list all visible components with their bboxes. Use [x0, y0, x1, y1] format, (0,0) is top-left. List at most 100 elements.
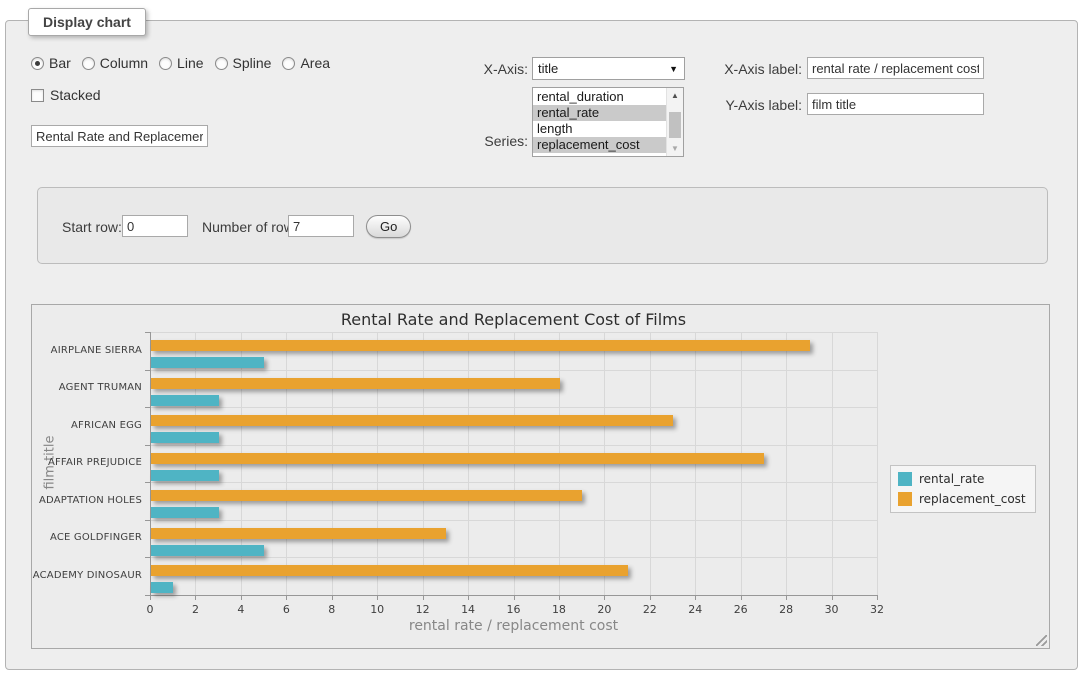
y-axis-tick: [145, 595, 150, 596]
stacked-label: Stacked: [50, 87, 101, 103]
category-label: ADAPTATION HOLES: [32, 495, 142, 506]
legend-item-rental_rate[interactable]: rental_rate: [898, 472, 1026, 486]
x-axis-tick-label: 26: [726, 603, 756, 616]
x-axis-tick-label: 4: [226, 603, 256, 616]
series-option-replacement_cost[interactable]: replacement_cost: [533, 137, 666, 153]
radio-area-label: Area: [300, 55, 330, 71]
radio-line-label: Line: [177, 55, 203, 71]
y-axis-tick: [145, 482, 150, 483]
y-axis-tick: [145, 370, 150, 371]
category-label: ACE GOLDFINGER: [32, 532, 142, 543]
x-axis-tick-label: 30: [817, 603, 847, 616]
bar-rental_rate: [151, 395, 219, 406]
bar-replacement_cost: [151, 565, 628, 576]
radio-bar-icon[interactable]: [31, 57, 44, 70]
radio-spline-label: Spline: [233, 55, 272, 71]
scrollbar-thumb[interactable]: [669, 112, 681, 138]
bar-replacement_cost: [151, 528, 446, 539]
x-axis-select[interactable]: title ▼: [532, 57, 685, 80]
y-axis-tick: [145, 445, 150, 446]
bar-replacement_cost: [151, 340, 810, 351]
bar-rental_rate: [151, 432, 219, 443]
radio-column-icon[interactable]: [82, 57, 95, 70]
legend-label: rental_rate: [919, 472, 984, 486]
x-axis-label-input[interactable]: [807, 57, 984, 79]
category-label: AGENT TRUMAN: [32, 382, 142, 393]
radio-column[interactable]: Column: [82, 55, 148, 71]
radio-bar-label: Bar: [49, 55, 71, 71]
legend-item-replacement_cost[interactable]: replacement_cost: [898, 492, 1026, 506]
y-axis-tick: [145, 407, 150, 408]
chart-type-radio-group: Bar Column Line Spline Area: [31, 55, 330, 71]
start-row-input[interactable]: [122, 215, 188, 237]
x-axis-tick-label: 32: [862, 603, 892, 616]
legend-swatch-icon: [898, 472, 912, 486]
x-axis-tick-label: 2: [180, 603, 210, 616]
series-listbox[interactable]: rental_durationrental_ratelengthreplacem…: [532, 87, 684, 157]
bar-rental_rate: [151, 582, 173, 593]
bar-replacement_cost: [151, 453, 764, 464]
radio-spline[interactable]: Spline: [215, 55, 272, 71]
resize-handle-icon[interactable]: [1036, 635, 1047, 646]
x-axis-tick-label: 24: [680, 603, 710, 616]
radio-area-icon[interactable]: [282, 57, 295, 70]
chart-title: Rental Rate and Replacement Cost of Film…: [150, 310, 877, 329]
go-button[interactable]: Go: [366, 215, 411, 238]
x-axis-tick-label: 16: [499, 603, 529, 616]
radio-area[interactable]: Area: [282, 55, 330, 71]
scroll-down-icon[interactable]: ▼: [667, 141, 683, 156]
x-axis-tick-label: 22: [635, 603, 665, 616]
x-axis-label-label: X-Axis label:: [706, 61, 802, 77]
x-axis-tick-label: 0: [135, 603, 165, 616]
y-axis-label-input[interactable]: [807, 93, 984, 115]
panel-title: Display chart: [28, 8, 146, 36]
category-label: AIRPLANE SIERRA: [32, 345, 142, 356]
category-label: AFRICAN EGG: [32, 420, 142, 431]
x-axis-tick: [877, 595, 878, 600]
bar-replacement_cost: [151, 490, 582, 501]
chart-title-input[interactable]: [31, 125, 208, 147]
x-axis-select-label: X-Axis:: [446, 61, 528, 77]
category-label: ACADEMY DINOSAUR: [32, 570, 142, 581]
x-axis-tick-label: 28: [771, 603, 801, 616]
display-chart-panel: Display chart Bar Column Line Spline Are…: [5, 20, 1078, 670]
y-axis-label-label: Y-Axis label:: [706, 97, 802, 113]
radio-line-icon[interactable]: [159, 57, 172, 70]
x-axis-tick-label: 10: [362, 603, 392, 616]
bar-rental_rate: [151, 507, 219, 518]
gridline-vertical: [832, 332, 833, 595]
series-option-length[interactable]: length: [533, 121, 666, 137]
number-of-rows-input[interactable]: [288, 215, 354, 237]
x-axis-tick-label: 12: [408, 603, 438, 616]
x-axis-tick-label: 8: [317, 603, 347, 616]
chart-legend: rental_rate replacement_cost: [890, 465, 1036, 513]
x-axis-selected-value: title: [538, 61, 558, 76]
rows-form-panel: Start row: Number of rows: Go: [37, 187, 1048, 264]
chart-area: Rental Rate and Replacement Cost of Film…: [31, 304, 1050, 649]
category-label: AFFAIR PREJUDICE: [32, 457, 142, 468]
legend-label: replacement_cost: [919, 492, 1026, 506]
radio-spline-icon[interactable]: [215, 57, 228, 70]
series-option-rental_rate[interactable]: rental_rate: [533, 105, 666, 121]
radio-column-label: Column: [100, 55, 148, 71]
series-scrollbar[interactable]: ▲ ▼: [666, 88, 683, 156]
bar-rental_rate: [151, 357, 264, 368]
series-select-label: Series:: [446, 133, 528, 149]
stacked-checkbox-row[interactable]: Stacked: [31, 87, 101, 103]
bar-rental_rate: [151, 545, 264, 556]
stacked-checkbox[interactable]: [31, 89, 44, 102]
gridline-vertical: [786, 332, 787, 595]
start-row-label: Start row:: [62, 219, 126, 235]
x-axis-tick-label: 18: [544, 603, 574, 616]
scroll-up-icon[interactable]: ▲: [667, 88, 683, 103]
radio-bar[interactable]: Bar: [31, 55, 71, 71]
y-axis-tick: [145, 332, 150, 333]
radio-line[interactable]: Line: [159, 55, 203, 71]
bar-rental_rate: [151, 470, 219, 481]
series-options: rental_durationrental_ratelengthreplacem…: [533, 88, 666, 156]
gridline-vertical: [877, 332, 878, 595]
bar-replacement_cost: [151, 378, 560, 389]
x-axis-tick-label: 14: [453, 603, 483, 616]
y-axis-tick: [145, 557, 150, 558]
series-option-rental_duration[interactable]: rental_duration: [533, 89, 666, 105]
